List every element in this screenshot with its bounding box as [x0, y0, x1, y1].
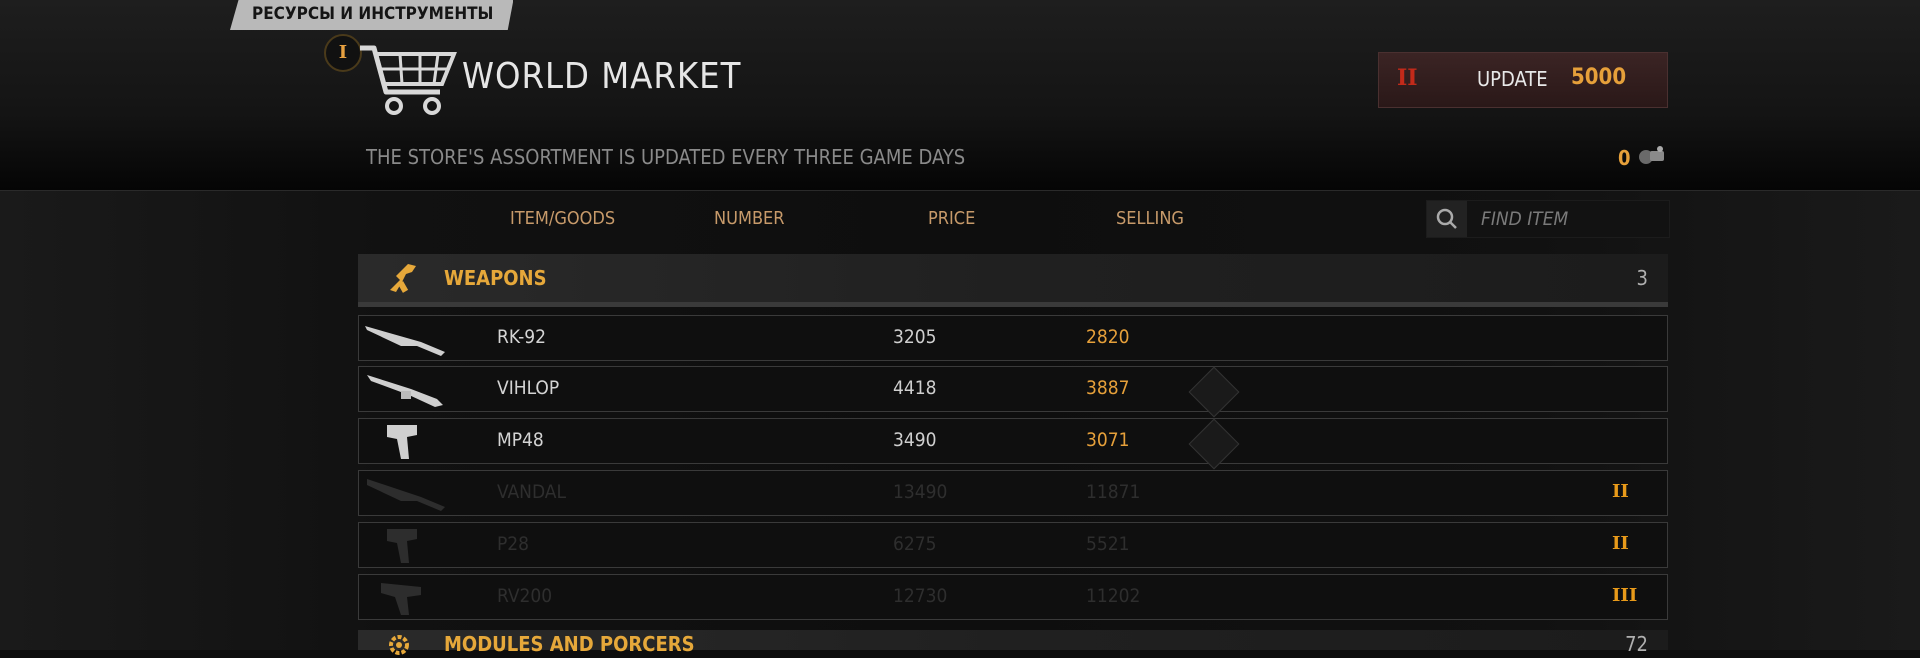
gear-icon — [389, 635, 409, 655]
item-name: VANDAL — [497, 481, 566, 503]
category-count: 72 — [1625, 632, 1648, 656]
item-number: 13490 — [893, 481, 948, 503]
update-button[interactable]: II UPDATE 5000 — [1378, 52, 1668, 108]
column-price[interactable]: PRICE — [928, 208, 975, 229]
column-item[interactable]: ITEM/GOODS — [510, 208, 615, 229]
tier-indicator: II — [1397, 65, 1418, 91]
currency-count: 0 — [1618, 146, 1631, 170]
pistol-icon — [381, 583, 421, 615]
tier-badge: I — [324, 34, 362, 72]
item-number: 3205 — [893, 326, 937, 348]
list-item[interactable]: MP48 3490 3071 — [358, 418, 1668, 470]
list-item[interactable]: P28 6275 5521 II — [358, 522, 1668, 568]
rifle-icon — [365, 326, 445, 356]
list-item[interactable]: VANDAL 13490 11871 II — [358, 470, 1668, 516]
column-selling[interactable]: SELLING — [1116, 208, 1184, 229]
pistol-icon — [387, 425, 417, 459]
category-name: MODULES AND PORCERS — [444, 632, 695, 656]
selling-slot[interactable] — [1188, 418, 1240, 470]
item-price: 5521 — [1086, 533, 1130, 555]
item-price: 11871 — [1086, 481, 1141, 503]
list-item[interactable]: RK-92 3205 2820 — [358, 315, 1668, 361]
rifle-icon — [367, 375, 443, 407]
item-name: P28 — [497, 533, 530, 555]
page-subtitle: THE STORE'S ASSORTMENT IS UPDATED EVERY … — [366, 145, 966, 169]
item-name: VIHLOP — [497, 377, 560, 399]
item-price: 2820 — [1086, 326, 1130, 348]
tier-indicator: II — [1612, 533, 1629, 554]
rifle-icon — [367, 479, 445, 511]
item-name: RK-92 — [497, 326, 547, 348]
item-number: 12730 — [893, 585, 948, 607]
update-label: UPDATE — [1477, 67, 1548, 91]
search-placeholder: FIND ITEM — [1481, 208, 1569, 230]
tier-indicator: III — [1612, 585, 1638, 606]
item-number: 6275 — [893, 533, 937, 555]
category-count: 3 — [1636, 266, 1648, 290]
item-name: MP48 — [497, 429, 544, 451]
page-title: WORLD MARKET — [462, 56, 742, 97]
pistol-icon — [387, 529, 417, 563]
search-field[interactable]: FIND ITEM — [1426, 200, 1670, 238]
cart-icon — [360, 45, 457, 115]
category-weapons[interactable]: WEAPONS 3 — [358, 254, 1668, 307]
item-price: 3887 — [1086, 377, 1130, 399]
parts-icon — [1639, 146, 1664, 164]
tier-indicator: II — [1612, 481, 1629, 502]
item-price: 11202 — [1086, 585, 1141, 607]
resource-tab[interactable]: РЕСУРСЫ И ИНСТРУМЕНТЫ — [230, 0, 514, 30]
item-price: 3071 — [1086, 429, 1130, 451]
update-cost: 5000 — [1571, 65, 1627, 90]
category-name: WEAPONS — [444, 266, 547, 290]
item-number: 3490 — [893, 429, 937, 451]
item-name: RV200 — [497, 585, 553, 607]
column-number[interactable]: NUMBER — [714, 208, 785, 229]
category-modules[interactable]: MODULES AND PORCERS 72 — [358, 630, 1668, 656]
search-icon[interactable] — [1427, 201, 1467, 237]
selling-slot[interactable] — [1188, 366, 1240, 418]
item-number: 4418 — [893, 377, 937, 399]
list-item[interactable]: RV200 12730 11202 III — [358, 574, 1668, 620]
list-item[interactable]: VIHLOP 4418 3887 — [358, 366, 1668, 418]
rifle-icon — [390, 264, 416, 293]
